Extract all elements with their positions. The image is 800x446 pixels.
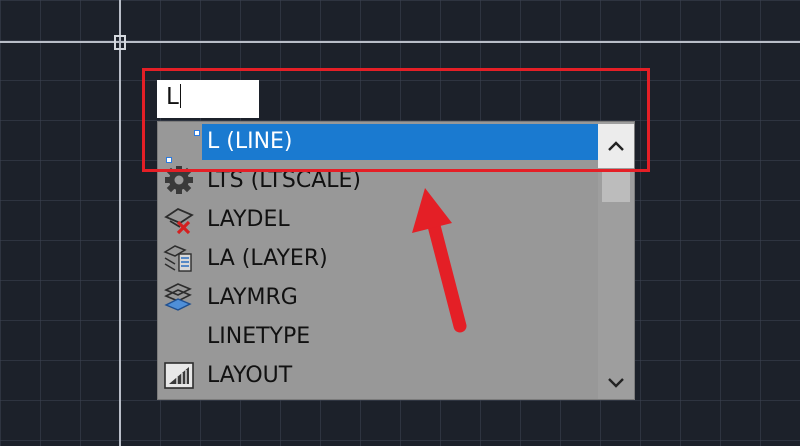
annotation-arrow-icon [412,188,467,333]
